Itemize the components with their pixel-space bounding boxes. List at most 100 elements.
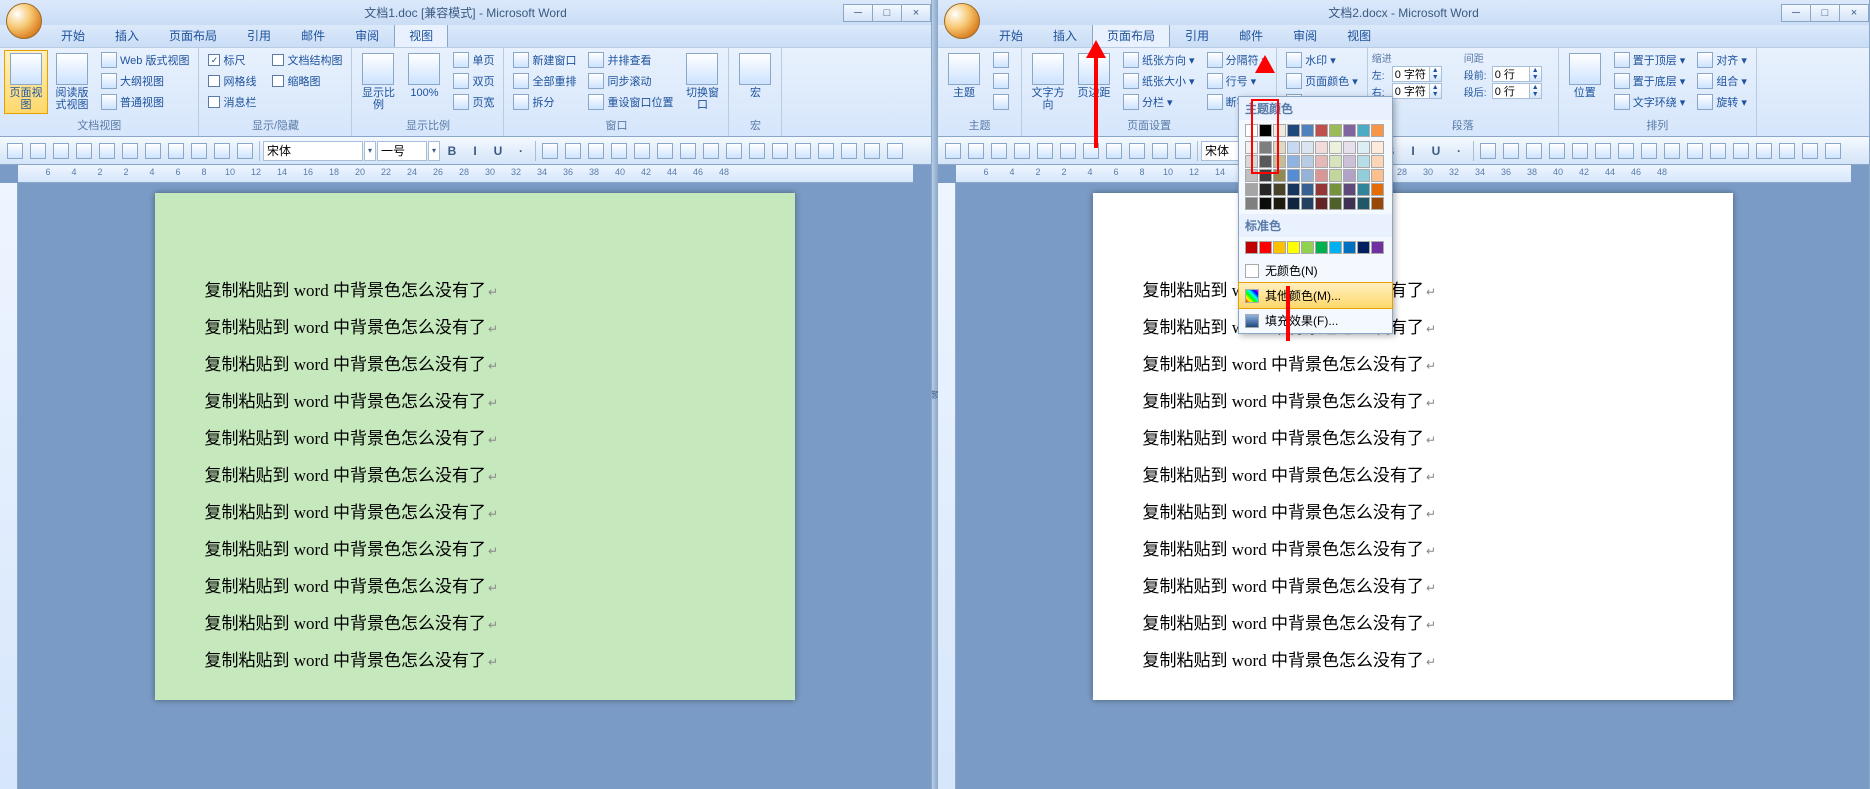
underline-button[interactable]: U bbox=[1425, 140, 1447, 162]
shading-icon[interactable] bbox=[792, 140, 814, 162]
text-wrap-button[interactable]: 文字环绕 ▾ bbox=[1609, 92, 1691, 112]
close-button[interactable]: × bbox=[1839, 4, 1869, 22]
color-swatch[interactable] bbox=[1273, 141, 1286, 154]
open-icon[interactable] bbox=[1080, 140, 1102, 162]
paste-icon[interactable] bbox=[211, 140, 233, 162]
color-swatch[interactable] bbox=[1329, 155, 1342, 168]
tab-邮件[interactable]: 邮件 bbox=[286, 23, 340, 47]
color-swatch[interactable] bbox=[1287, 183, 1300, 196]
color-swatch[interactable] bbox=[1245, 197, 1258, 210]
find-icon[interactable] bbox=[884, 140, 906, 162]
color-swatch[interactable] bbox=[1245, 241, 1258, 254]
format-painter-icon[interactable] bbox=[1172, 140, 1194, 162]
color-swatch[interactable] bbox=[1371, 141, 1384, 154]
indent-inc-icon[interactable] bbox=[1615, 140, 1637, 162]
bold-button[interactable]: B bbox=[441, 140, 463, 162]
color-swatch[interactable] bbox=[1315, 155, 1328, 168]
line-numbers-button[interactable]: 行号 ▾ bbox=[1202, 71, 1273, 91]
paragraph[interactable]: 复制粘贴到 word 中背景色怎么没有了 bbox=[1143, 532, 1683, 569]
reset-window-button[interactable]: 重设窗口位置 bbox=[583, 92, 678, 112]
tab-开始[interactable]: 开始 bbox=[984, 23, 1038, 47]
color-swatch[interactable] bbox=[1287, 197, 1300, 210]
font-color-icon[interactable] bbox=[1707, 140, 1729, 162]
macros-button[interactable]: 宏 bbox=[733, 50, 777, 102]
office-button[interactable] bbox=[944, 3, 980, 39]
color-swatch[interactable] bbox=[1301, 155, 1314, 168]
color-swatch[interactable] bbox=[1259, 241, 1272, 254]
color-swatch[interactable] bbox=[1371, 241, 1384, 254]
color-swatch[interactable] bbox=[1371, 183, 1384, 196]
align-center-icon[interactable] bbox=[562, 140, 584, 162]
color-swatch[interactable] bbox=[1343, 241, 1356, 254]
print-icon[interactable] bbox=[1011, 140, 1033, 162]
send-back-button[interactable]: 置于底层 ▾ bbox=[1609, 71, 1691, 91]
new-icon[interactable] bbox=[1057, 140, 1079, 162]
size-button[interactable]: 纸张大小 ▾ bbox=[1118, 71, 1200, 91]
color-swatch[interactable] bbox=[1315, 141, 1328, 154]
vertical-ruler[interactable] bbox=[938, 183, 956, 789]
redo-icon[interactable] bbox=[988, 140, 1010, 162]
color-swatch[interactable] bbox=[1357, 141, 1370, 154]
color-swatch[interactable] bbox=[1287, 155, 1300, 168]
paragraph[interactable]: 复制粘贴到 word 中背景色怎么没有了 bbox=[205, 643, 745, 680]
draft-button[interactable]: 普通视图 bbox=[96, 92, 194, 112]
color-swatch[interactable] bbox=[1301, 124, 1314, 137]
arrange-all-button[interactable]: 全部重排 bbox=[508, 71, 581, 91]
paragraph[interactable]: 复制粘贴到 word 中背景色怎么没有了 bbox=[1143, 310, 1683, 347]
color-swatch[interactable] bbox=[1259, 155, 1272, 168]
tab-插入[interactable]: 插入 bbox=[1038, 23, 1092, 47]
color-swatch[interactable] bbox=[1371, 169, 1384, 182]
color-swatch[interactable] bbox=[1287, 241, 1300, 254]
outline-button[interactable]: 大纲视图 bbox=[96, 71, 194, 91]
text-direction-button[interactable]: 文字方向 bbox=[1026, 50, 1070, 114]
watermark-button[interactable]: 水印 ▾ bbox=[1281, 50, 1363, 70]
align-right-icon[interactable] bbox=[1523, 140, 1545, 162]
no-color-item[interactable]: 无颜色(N) bbox=[1239, 258, 1392, 283]
bring-front-button[interactable]: 置于顶层 ▾ bbox=[1609, 50, 1691, 70]
tab-视图[interactable]: 视图 bbox=[394, 23, 448, 47]
strike-button[interactable]: · bbox=[510, 140, 532, 162]
color-swatch[interactable] bbox=[1301, 197, 1314, 210]
italic-button[interactable]: I bbox=[464, 140, 486, 162]
print-icon[interactable] bbox=[73, 140, 95, 162]
tab-审阅[interactable]: 审阅 bbox=[1278, 23, 1332, 47]
two-pages-button[interactable]: 双页 bbox=[448, 71, 499, 91]
group-objects-button[interactable]: 组合 ▾ bbox=[1692, 71, 1752, 91]
zoom-100-button[interactable]: 100% bbox=[402, 50, 446, 102]
color-swatch[interactable] bbox=[1329, 141, 1342, 154]
color-swatch[interactable] bbox=[1259, 169, 1272, 182]
horizontal-ruler[interactable]: 6422468101214161820222426283032343638404… bbox=[18, 165, 913, 183]
shading-icon[interactable] bbox=[1730, 140, 1752, 162]
color-swatch[interactable] bbox=[1259, 124, 1272, 137]
indent-left-input[interactable] bbox=[1392, 66, 1430, 82]
color-swatch[interactable] bbox=[1273, 183, 1286, 196]
align-button[interactable]: 对齐 ▾ bbox=[1692, 50, 1752, 70]
borders-icon[interactable] bbox=[1753, 140, 1775, 162]
copy-icon[interactable] bbox=[188, 140, 210, 162]
color-swatch[interactable] bbox=[1329, 183, 1342, 196]
color-swatch[interactable] bbox=[1343, 124, 1356, 137]
paragraph[interactable]: 复制粘贴到 word 中背景色怎么没有了 bbox=[1143, 495, 1683, 532]
color-swatch[interactable] bbox=[1315, 197, 1328, 210]
paragraph[interactable]: 复制粘贴到 word 中背景色怎么没有了 bbox=[1143, 421, 1683, 458]
vertical-ruler[interactable] bbox=[0, 183, 18, 789]
split-button[interactable]: 拆分 bbox=[508, 92, 581, 112]
web-layout-button[interactable]: Web 版式视图 bbox=[96, 50, 194, 70]
columns-button[interactable]: 分栏 ▾ bbox=[1118, 92, 1200, 112]
paragraph[interactable]: 复制粘贴到 word 中背景色怎么没有了 bbox=[1143, 384, 1683, 421]
more-colors-item[interactable]: 其他颜色(M)... bbox=[1238, 282, 1393, 309]
font-family-input[interactable]: 宋体 bbox=[263, 141, 363, 161]
new-icon[interactable] bbox=[119, 140, 141, 162]
paragraph[interactable]: 复制粘贴到 word 中背景色怎么没有了 bbox=[1143, 273, 1683, 310]
color-swatch[interactable] bbox=[1357, 197, 1370, 210]
color-swatch[interactable] bbox=[1371, 155, 1384, 168]
preview-icon[interactable] bbox=[96, 140, 118, 162]
color-swatch[interactable] bbox=[1315, 169, 1328, 182]
color-swatch[interactable] bbox=[1357, 124, 1370, 137]
tab-开始[interactable]: 开始 bbox=[46, 23, 100, 47]
indent-inc-icon[interactable] bbox=[677, 140, 699, 162]
preview-icon[interactable] bbox=[1034, 140, 1056, 162]
color-swatch[interactable] bbox=[1259, 197, 1272, 210]
paragraph[interactable]: 复制粘贴到 word 中背景色怎么没有了 bbox=[205, 347, 745, 384]
find-icon[interactable] bbox=[1822, 140, 1844, 162]
